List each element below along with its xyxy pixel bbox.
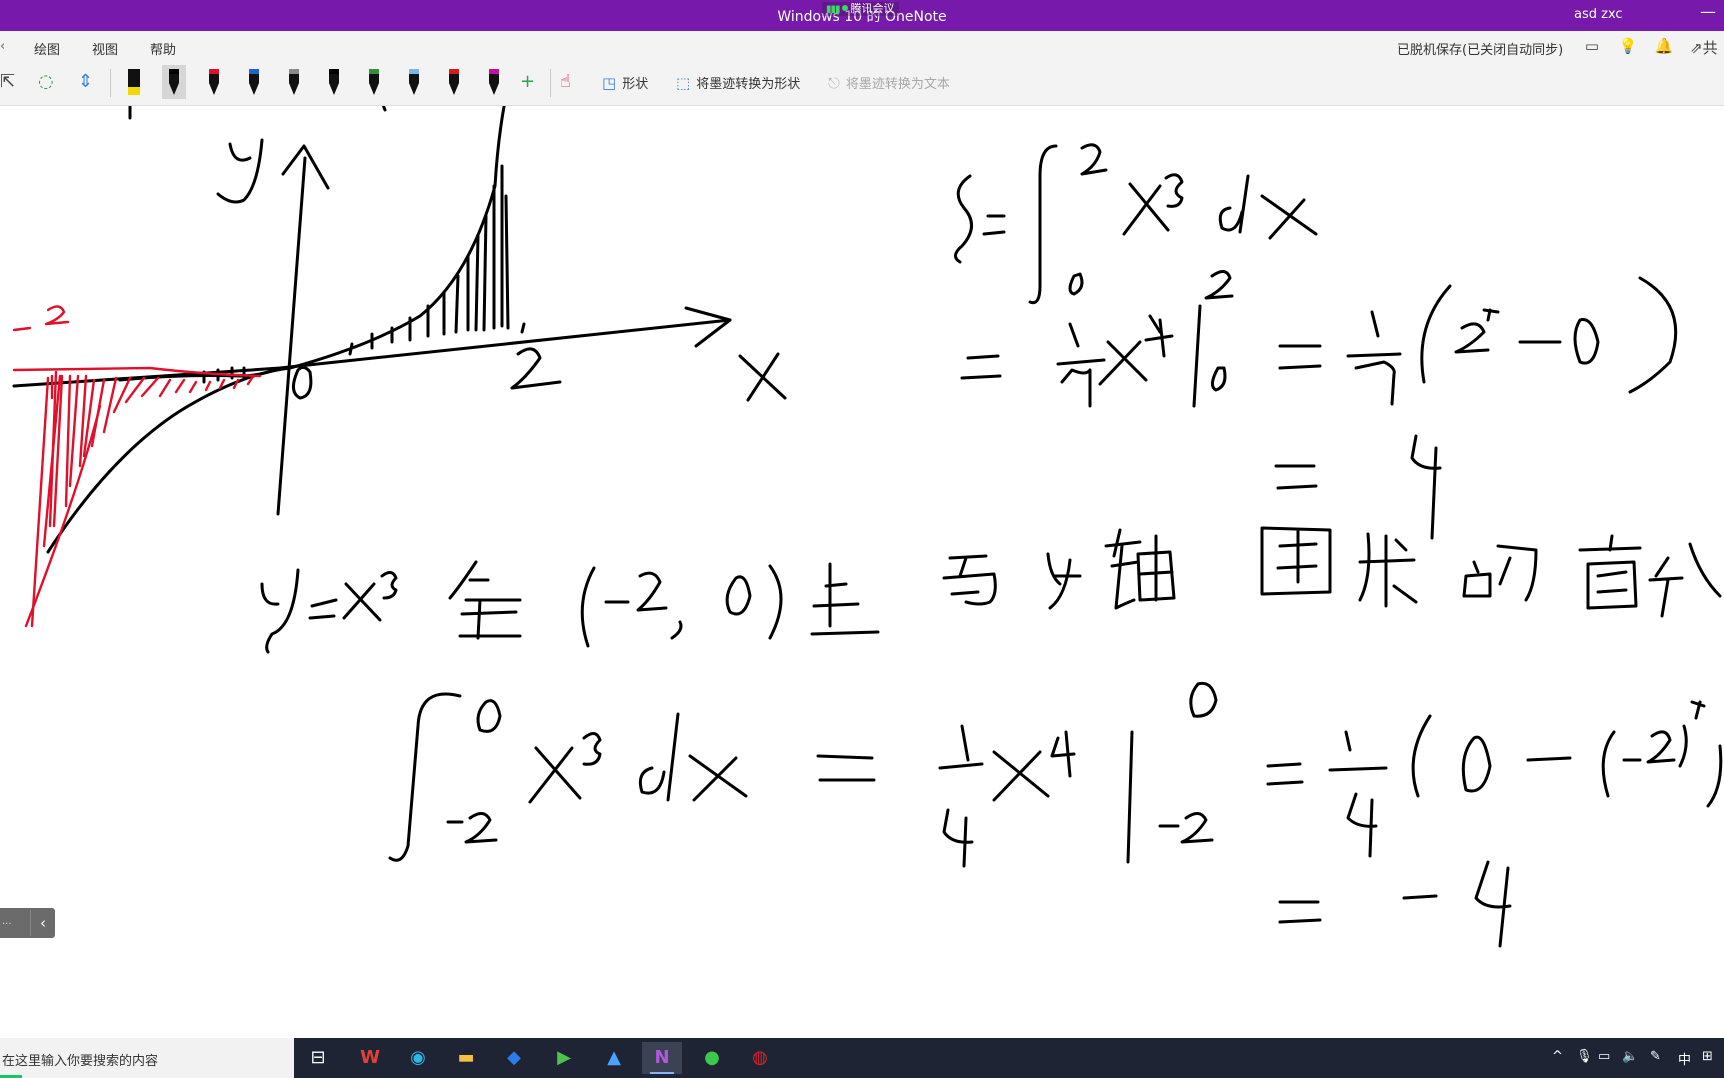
pen-red-2-icon[interactable] bbox=[442, 65, 466, 99]
ime-mode-icon[interactable]: ⊞ bbox=[1702, 1049, 1713, 1064]
lightbulb-icon[interactable]: 💡 bbox=[1618, 37, 1638, 57]
ink-to-shape-label: 将墨迹转换为形状 bbox=[696, 77, 801, 92]
active-indicator bbox=[650, 1072, 674, 1074]
video-player-icon[interactable]: ▶ bbox=[544, 1042, 584, 1074]
red-ink bbox=[12, 305, 262, 628]
touch-draw-icon[interactable]: ☝ bbox=[560, 71, 571, 92]
ink-to-text-button[interactable]: ⎋ 将墨迹转换为文本 bbox=[828, 73, 950, 92]
bell-icon[interactable]: 🔔 bbox=[1654, 37, 1674, 57]
pen-black-wide-icon[interactable] bbox=[322, 65, 346, 99]
tab-draw[interactable]: 绘图 bbox=[34, 39, 61, 64]
photos-icon[interactable]: ▲ bbox=[594, 1042, 634, 1074]
taskbar: 在这里输入你要搜索的内容 ⊟ W ◉ ▬ ◆ ▶ ▲ N ● ◍ ^ 🎙 ▭ 🔈… bbox=[0, 1038, 1724, 1078]
shapes-icon: ◳ bbox=[602, 74, 617, 92]
ink-to-text-icon: ⎋ bbox=[828, 74, 840, 92]
pane-label: ... bbox=[2, 916, 12, 927]
recorder-icon[interactable]: ◍ bbox=[740, 1042, 780, 1074]
network-icon[interactable]: ▭ bbox=[1598, 1049, 1610, 1064]
pen-gray-icon[interactable] bbox=[282, 65, 306, 99]
ribbon-scroll-left-icon[interactable]: ‹ bbox=[0, 39, 5, 54]
select-text-icon[interactable]: ⇱ bbox=[0, 71, 15, 92]
wechat-icon[interactable]: ● bbox=[692, 1042, 732, 1074]
task-view-icon[interactable]: ⊟ bbox=[298, 1042, 338, 1074]
volume-icon[interactable]: 🔈 bbox=[1622, 1049, 1638, 1064]
chevron-left-icon[interactable]: ‹ bbox=[30, 910, 55, 936]
recording-dot-icon bbox=[841, 5, 848, 11]
black-ink bbox=[12, 106, 1723, 948]
collapse-pane[interactable]: ... ‹ bbox=[0, 908, 55, 938]
minimize-button[interactable]: — bbox=[1700, 2, 1716, 21]
sync-status: 已脱机保存(已关闭自动同步) bbox=[1397, 43, 1564, 58]
edge-icon[interactable]: ◉ bbox=[398, 1042, 438, 1074]
shapes-button[interactable]: ◳ 形状 bbox=[602, 73, 648, 92]
add-pen-icon[interactable]: + bbox=[520, 71, 535, 92]
sogou-icon[interactable]: ◆ bbox=[494, 1042, 534, 1074]
title-bar: Windows 10 的 OneNote ▮▮▮ 腾讯会议 asd zxc — bbox=[0, 0, 1724, 31]
notebook-icon[interactable]: ▭ bbox=[1582, 37, 1602, 57]
meeting-badge-label: 腾讯会议 bbox=[850, 2, 895, 15]
pen-red-icon[interactable] bbox=[202, 65, 226, 99]
microphone-icon[interactable]: 🎙 bbox=[1576, 1049, 1593, 1064]
pen-galaxy-icon[interactable] bbox=[362, 65, 386, 99]
share-label: 共 bbox=[1702, 39, 1718, 57]
show-hidden-icons-icon[interactable]: ^ bbox=[1552, 1049, 1563, 1064]
shapes-label: 形状 bbox=[622, 77, 649, 92]
taskbar-search-input[interactable]: 在这里输入你要搜索的内容 bbox=[0, 1038, 294, 1078]
toolbar-divider bbox=[550, 69, 551, 97]
input-method-label[interactable]: 中 bbox=[1678, 1049, 1691, 1068]
ink-to-shape-icon: ⬚ bbox=[676, 74, 691, 92]
pen-blue-icon[interactable] bbox=[242, 65, 266, 99]
file-explorer-icon[interactable]: ▬ bbox=[446, 1042, 486, 1074]
note-canvas[interactable] bbox=[0, 106, 1724, 1038]
lasso-select-icon[interactable]: ◌ bbox=[38, 71, 54, 92]
share-icon: ⇗ bbox=[1690, 39, 1703, 57]
user-name[interactable]: asd zxc bbox=[1574, 7, 1623, 22]
add-space-icon[interactable]: ⇕ bbox=[78, 71, 93, 92]
onenote-icon[interactable]: N bbox=[642, 1042, 682, 1074]
ink-to-shape-button[interactable]: ⬚ 将墨迹转换为形状 bbox=[676, 73, 800, 92]
tab-help[interactable]: 帮助 bbox=[150, 39, 176, 58]
meeting-badge[interactable]: ▮▮▮ 腾讯会议 bbox=[822, 2, 899, 16]
search-placeholder: 在这里输入你要搜索的内容 bbox=[2, 1054, 159, 1069]
toolbar-divider bbox=[110, 69, 111, 97]
highlighter-yellow-icon[interactable] bbox=[122, 65, 146, 99]
tab-view[interactable]: 视图 bbox=[92, 39, 118, 58]
ink-to-text-label: 将墨迹转换为文本 bbox=[845, 77, 950, 92]
signal-icon: ▮▮▮ bbox=[826, 4, 840, 15]
pen-workspace-icon[interactable]: ✎ bbox=[1650, 1049, 1661, 1064]
wps-icon[interactable]: W bbox=[350, 1042, 390, 1074]
pen-magenta-icon[interactable] bbox=[482, 65, 506, 99]
pen-lightblue-icon[interactable] bbox=[402, 65, 426, 99]
ribbon-tabs: ‹ 绘图 视图 帮助 已脱机保存(已关闭自动同步) ▭ 💡 🔔 ⇗共 bbox=[0, 31, 1724, 64]
draw-toolbar: ⇱ ◌ ⇕ + ☝ ◳ 形状 ⬚ 将墨迹转换为形状 ⎋ 将墨迹转换为文本 bbox=[0, 61, 1724, 106]
pen-black-selected-icon[interactable] bbox=[162, 65, 186, 99]
share-button[interactable]: ⇗共 bbox=[1690, 37, 1724, 57]
ink-layer bbox=[12, 106, 1723, 948]
